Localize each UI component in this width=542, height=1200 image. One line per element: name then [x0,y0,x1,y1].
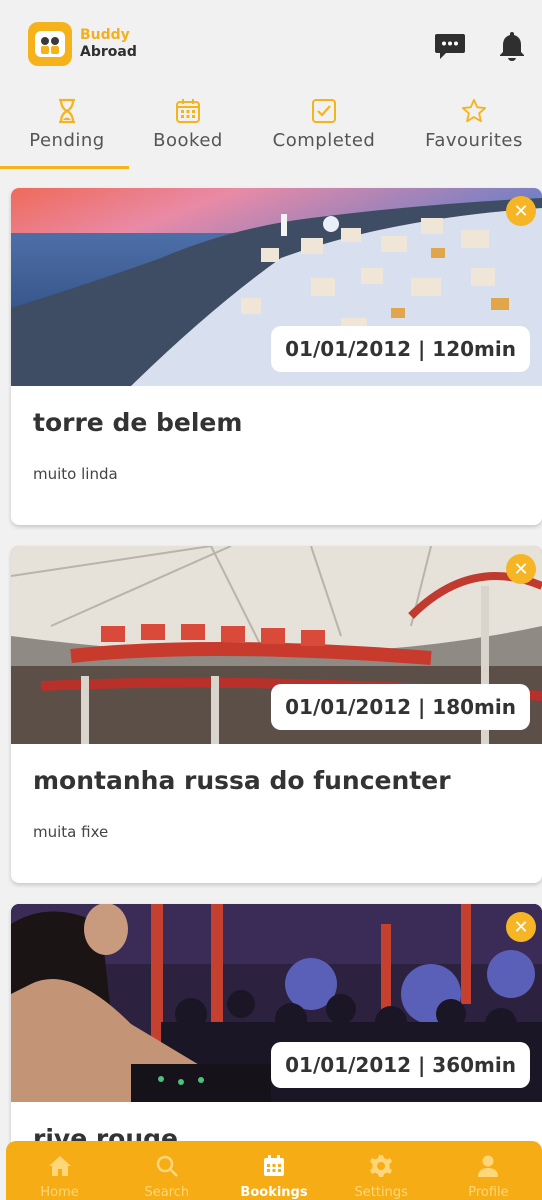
tab-pending[interactable]: Pending [0,94,134,172]
booking-date-duration: 01/01/2012 | 360min [271,1042,530,1088]
tab-favourites[interactable]: Favourites [406,94,542,172]
nav-bookings[interactable]: Bookings [220,1141,327,1200]
tab-label: Completed [272,130,376,151]
booking-date-duration: 01/01/2012 | 180min [271,684,530,730]
booking-image: ✕ 01/01/2012 | 120min [11,188,542,386]
app-header: Buddy Abroad [0,0,542,90]
search-icon [154,1153,180,1179]
tab-booked[interactable]: Booked [134,94,242,172]
check-square-icon [311,98,337,124]
nav-label: Settings [354,1185,408,1200]
app-name-line2: Abroad [80,44,137,60]
remove-booking-button[interactable]: ✕ [506,196,536,226]
tab-label: Booked [153,130,223,151]
bell-icon[interactable] [494,28,530,64]
home-icon [47,1153,73,1179]
gear-icon [368,1153,394,1179]
nav-label: Search [144,1185,190,1200]
nav-home[interactable]: Home [6,1141,113,1200]
nav-label: Profile [468,1185,509,1200]
app-name-line1: Buddy [80,27,130,43]
tab-completed[interactable]: Completed [242,94,406,172]
user-icon [475,1153,501,1179]
bottom-navigation: Home Search Bookings Settings Profile [6,1141,542,1200]
remove-booking-button[interactable]: ✕ [506,554,536,584]
active-tab-indicator [0,166,129,169]
booking-title: montanha russa do funcenter [33,766,451,795]
calendar-icon [261,1153,287,1179]
booking-description: muito linda [33,465,118,483]
nav-label: Bookings [240,1185,308,1200]
calendar-icon [175,98,201,124]
booking-card[interactable]: ✕ 01/01/2012 | 120min torre de belem mui… [11,188,542,525]
booking-card[interactable]: ✕ 01/01/2012 | 180min montanha russa do … [11,546,542,883]
booking-description: muita fixe [33,823,109,841]
remove-booking-button[interactable]: ✕ [506,912,536,942]
nav-search[interactable]: Search [113,1141,220,1200]
chat-icon[interactable] [432,28,468,64]
nav-profile[interactable]: Profile [435,1141,542,1200]
nav-settings[interactable]: Settings [328,1141,435,1200]
booking-card[interactable]: ✕ 01/01/2012 | 360min rive rouge [11,904,542,1164]
booking-image: ✕ 01/01/2012 | 180min [11,546,542,744]
logo-badge-icon [28,22,72,66]
hourglass-icon [54,98,80,124]
booking-image: ✕ 01/01/2012 | 360min [11,904,542,1102]
booking-tabs: Pending Booked Completed Favourites [0,94,542,172]
tab-label: Favourites [425,130,523,151]
tab-label: Pending [29,130,105,151]
star-icon [461,98,487,124]
app-logo[interactable]: Buddy Abroad [28,22,137,66]
nav-label: Home [40,1185,79,1200]
booking-date-duration: 01/01/2012 | 120min [271,326,530,372]
booking-title: torre de belem [33,408,243,437]
